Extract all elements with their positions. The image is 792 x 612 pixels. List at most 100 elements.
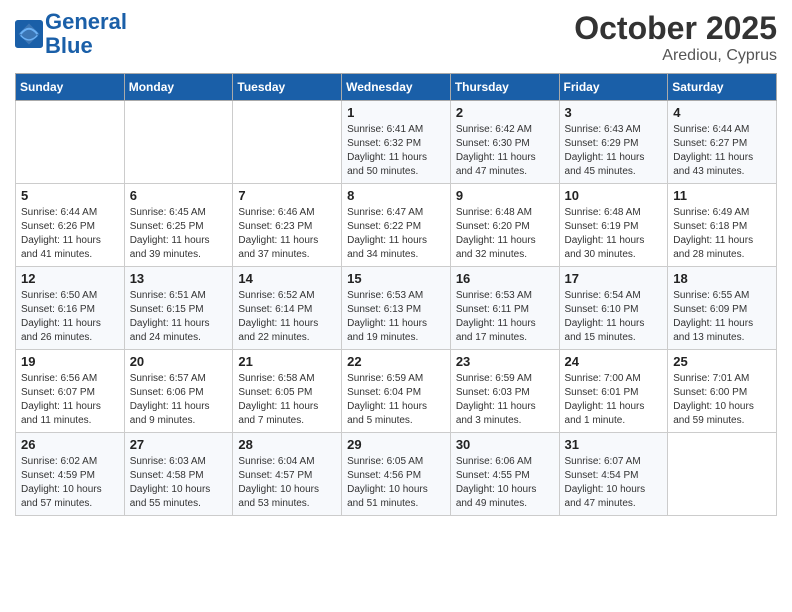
day-info: Sunrise: 6:44 AM Sunset: 6:27 PM Dayligh… — [673, 123, 771, 179]
day-info: Sunrise: 6:41 AM Sunset: 6:32 PM Dayligh… — [347, 123, 445, 179]
day-info: Sunrise: 6:53 AM Sunset: 6:13 PM Dayligh… — [347, 289, 445, 345]
day-info: Sunrise: 6:55 AM Sunset: 6:09 PM Dayligh… — [673, 289, 771, 345]
day-info: Sunrise: 6:48 AM Sunset: 6:19 PM Dayligh… — [565, 206, 663, 262]
day-info: Sunrise: 6:06 AM Sunset: 4:55 PM Dayligh… — [456, 455, 554, 511]
day-number: 2 — [456, 105, 554, 120]
calendar-day-cell: 7 Sunrise: 6:46 AM Sunset: 6:23 PM Daylig… — [233, 184, 342, 267]
day-number: 9 — [456, 188, 554, 203]
calendar-day-cell: 23Sunrise: 6:59 AM Sunset: 6:03 PM Dayli… — [450, 350, 559, 433]
day-number: 30 — [456, 437, 554, 452]
day-number: 31 — [565, 437, 663, 452]
day-info: Sunrise: 6:58 AM Sunset: 6:05 PM Dayligh… — [238, 372, 336, 428]
calendar-week-row: 26Sunrise: 6:02 AM Sunset: 4:59 PM Dayli… — [16, 433, 777, 516]
day-info: Sunrise: 6:48 AM Sunset: 6:20 PM Dayligh… — [456, 206, 554, 262]
day-number: 17 — [565, 271, 663, 286]
day-info: Sunrise: 6:03 AM Sunset: 4:58 PM Dayligh… — [130, 455, 228, 511]
day-info: Sunrise: 6:07 AM Sunset: 4:54 PM Dayligh… — [565, 455, 663, 511]
day-info: Sunrise: 6:59 AM Sunset: 6:03 PM Dayligh… — [456, 372, 554, 428]
day-number: 7 — [238, 188, 336, 203]
day-number: 25 — [673, 354, 771, 369]
calendar-week-row: 12Sunrise: 6:50 AM Sunset: 6:16 PM Dayli… — [16, 267, 777, 350]
calendar-day-cell: 13Sunrise: 6:51 AM Sunset: 6:15 PM Dayli… — [124, 267, 233, 350]
day-number: 10 — [565, 188, 663, 203]
day-number: 1 — [347, 105, 445, 120]
day-info: Sunrise: 6:46 AM Sunset: 6:23 PM Dayligh… — [238, 206, 336, 262]
calendar-day-cell: 8 Sunrise: 6:47 AM Sunset: 6:22 PM Daylig… — [342, 184, 451, 267]
day-number: 13 — [130, 271, 228, 286]
day-number: 29 — [347, 437, 445, 452]
day-info: Sunrise: 6:56 AM Sunset: 6:07 PM Dayligh… — [21, 372, 119, 428]
empty-cell — [233, 101, 342, 184]
day-number: 3 — [565, 105, 663, 120]
calendar-day-cell: 17 Sunrise: 6:54 AM Sunset: 6:10 PM Dayli… — [559, 267, 668, 350]
calendar-day-cell: 14 Sunrise: 6:52 AM Sunset: 6:14 PM Dayli… — [233, 267, 342, 350]
day-info: Sunrise: 6:52 AM Sunset: 6:14 PM Dayligh… — [238, 289, 336, 345]
day-info: Sunrise: 6:05 AM Sunset: 4:56 PM Dayligh… — [347, 455, 445, 511]
calendar-week-row: 5Sunrise: 6:44 AM Sunset: 6:26 PM Daylig… — [16, 184, 777, 267]
day-number: 8 — [347, 188, 445, 203]
day-number: 6 — [130, 188, 228, 203]
day-info: Sunrise: 6:59 AM Sunset: 6:04 PM Dayligh… — [347, 372, 445, 428]
calendar-day-cell: 28Sunrise: 6:04 AM Sunset: 4:57 PM Dayli… — [233, 433, 342, 516]
weekday-header-row: SundayMondayTuesdayWednesdayThursdayFrid… — [16, 74, 777, 101]
calendar-day-cell: 1 Sunrise: 6:41 AM Sunset: 6:32 PM Daylig… — [342, 101, 451, 184]
day-info: Sunrise: 7:00 AM Sunset: 6:01 PM Dayligh… — [565, 372, 663, 428]
day-number: 26 — [21, 437, 119, 452]
day-info: Sunrise: 6:47 AM Sunset: 6:22 PM Dayligh… — [347, 206, 445, 262]
calendar-day-cell: 4 Sunrise: 6:44 AM Sunset: 6:27 PM Daylig… — [668, 101, 777, 184]
calendar-day-cell: 5Sunrise: 6:44 AM Sunset: 6:26 PM Daylig… — [16, 184, 125, 267]
day-info: Sunrise: 6:43 AM Sunset: 6:29 PM Dayligh… — [565, 123, 663, 179]
logo-icon — [15, 20, 43, 48]
month-title: October 2025 — [574, 10, 777, 47]
calendar-day-cell: 20 Sunrise: 6:57 AM Sunset: 6:06 PM Dayli… — [124, 350, 233, 433]
day-number: 16 — [456, 271, 554, 286]
day-info: Sunrise: 6:54 AM Sunset: 6:10 PM Dayligh… — [565, 289, 663, 345]
logo-line1: General — [45, 9, 127, 34]
logo-line2: Blue — [45, 33, 93, 58]
day-info: Sunrise: 6:42 AM Sunset: 6:30 PM Dayligh… — [456, 123, 554, 179]
logo: General Blue — [15, 10, 127, 58]
title-area: October 2025 Arediou, Cyprus — [574, 10, 777, 65]
calendar-day-cell: 11 Sunrise: 6:49 AM Sunset: 6:18 PM Dayli… — [668, 184, 777, 267]
calendar-day-cell: 3 Sunrise: 6:43 AM Sunset: 6:29 PM Daylig… — [559, 101, 668, 184]
calendar-table: SundayMondayTuesdayWednesdayThursdayFrid… — [15, 73, 777, 516]
day-info: Sunrise: 6:57 AM Sunset: 6:06 PM Dayligh… — [130, 372, 228, 428]
day-number: 27 — [130, 437, 228, 452]
calendar-day-cell: 24Sunrise: 7:00 AM Sunset: 6:01 PM Dayli… — [559, 350, 668, 433]
day-number: 15 — [347, 271, 445, 286]
empty-cell — [124, 101, 233, 184]
day-number: 21 — [238, 354, 336, 369]
calendar-day-cell: 27 Sunrise: 6:03 AM Sunset: 4:58 PM Dayli… — [124, 433, 233, 516]
day-info: Sunrise: 6:53 AM Sunset: 6:11 PM Dayligh… — [456, 289, 554, 345]
calendar-day-cell: 21 Sunrise: 6:58 AM Sunset: 6:05 PM Dayli… — [233, 350, 342, 433]
calendar-week-row: 1 Sunrise: 6:41 AM Sunset: 6:32 PM Daylig… — [16, 101, 777, 184]
weekday-header-tuesday: Tuesday — [233, 74, 342, 101]
weekday-header-saturday: Saturday — [668, 74, 777, 101]
weekday-header-sunday: Sunday — [16, 74, 125, 101]
day-info: Sunrise: 6:45 AM Sunset: 6:25 PM Dayligh… — [130, 206, 228, 262]
weekday-header-monday: Monday — [124, 74, 233, 101]
calendar-day-cell: 12Sunrise: 6:50 AM Sunset: 6:16 PM Dayli… — [16, 267, 125, 350]
calendar-day-cell: 6 Sunrise: 6:45 AM Sunset: 6:25 PM Daylig… — [124, 184, 233, 267]
calendar-day-cell: 15 Sunrise: 6:53 AM Sunset: 6:13 PM Dayli… — [342, 267, 451, 350]
location-subtitle: Arediou, Cyprus — [574, 47, 777, 65]
calendar-day-cell: 18 Sunrise: 6:55 AM Sunset: 6:09 PM Dayli… — [668, 267, 777, 350]
calendar-week-row: 19 Sunrise: 6:56 AM Sunset: 6:07 PM Dayli… — [16, 350, 777, 433]
day-info: Sunrise: 6:49 AM Sunset: 6:18 PM Dayligh… — [673, 206, 771, 262]
empty-cell — [16, 101, 125, 184]
weekday-header-friday: Friday — [559, 74, 668, 101]
calendar-day-cell: 10 Sunrise: 6:48 AM Sunset: 6:19 PM Dayli… — [559, 184, 668, 267]
day-number: 22 — [347, 354, 445, 369]
day-number: 18 — [673, 271, 771, 286]
day-number: 19 — [21, 354, 119, 369]
weekday-header-thursday: Thursday — [450, 74, 559, 101]
day-number: 4 — [673, 105, 771, 120]
day-number: 14 — [238, 271, 336, 286]
day-number: 20 — [130, 354, 228, 369]
calendar-day-cell: 30 Sunrise: 6:06 AM Sunset: 4:55 PM Dayli… — [450, 433, 559, 516]
calendar-day-cell: 2 Sunrise: 6:42 AM Sunset: 6:30 PM Daylig… — [450, 101, 559, 184]
day-info: Sunrise: 7:01 AM Sunset: 6:00 PM Dayligh… — [673, 372, 771, 428]
calendar-day-cell: 29 Sunrise: 6:05 AM Sunset: 4:56 PM Dayli… — [342, 433, 451, 516]
day-number: 11 — [673, 188, 771, 203]
page-header: General Blue October 2025 Arediou, Cypru… — [15, 10, 777, 65]
